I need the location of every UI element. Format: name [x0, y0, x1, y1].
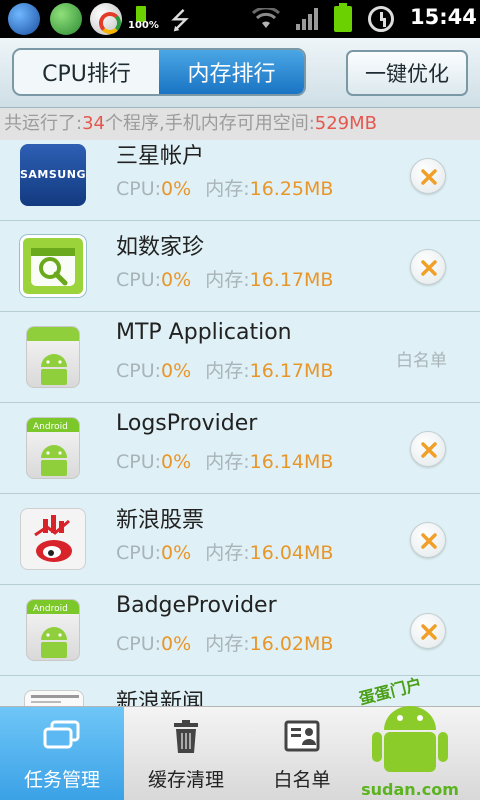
free-memory: 529MB — [314, 113, 378, 134]
ranking-tab-group: CPU排行 内存排行 — [12, 48, 306, 96]
task-manager-icon — [43, 720, 80, 749]
mem-label: 内存: — [205, 633, 250, 655]
cpu-label: CPU: — [116, 451, 162, 473]
clock: 15:44 — [410, 5, 477, 29]
rushujiazhen-app-icon — [20, 235, 86, 297]
nav-label: 任务管理 — [23, 769, 100, 791]
cpu-value: 0% — [161, 451, 192, 473]
running-count: 34 — [82, 113, 105, 134]
trash-icon — [174, 720, 198, 753]
top-bar: CPU排行 内存排行 一键优化 — [0, 38, 480, 108]
running-summary: 共运行了:34个程序,手机内存可用空间:529MB — [0, 108, 480, 140]
sina-stock-icon — [20, 508, 86, 570]
battery-icon — [334, 3, 352, 32]
tab-cpu-ranking[interactable]: CPU排行 — [14, 50, 159, 94]
android-mascot-icon — [372, 706, 448, 772]
watermark-site: sudan.com — [361, 780, 459, 799]
close-icon — [421, 169, 437, 185]
mem-value: 16.25MB — [249, 178, 334, 200]
nav-task-manager[interactable]: 任务管理 — [0, 707, 124, 800]
notification-app-icon — [50, 3, 82, 35]
close-icon — [421, 533, 437, 549]
kill-process-button[interactable] — [410, 431, 446, 467]
notification-app-icon — [8, 3, 40, 35]
app-name: 新浪股票 — [116, 508, 205, 533]
battery-percent: 100% — [128, 20, 159, 31]
notification-app-icon — [90, 3, 122, 35]
app-stats: CPU:0% 内存:16.17MB — [116, 356, 333, 383]
cpu-value: 0% — [161, 633, 192, 655]
kill-process-button[interactable] — [410, 522, 446, 558]
mem-label: 内存: — [205, 542, 250, 564]
list-item[interactable]: 新浪股票 CPU:0% 内存:16.04MB — [0, 494, 480, 585]
cpu-value: 0% — [161, 178, 192, 200]
mem-label: 内存: — [205, 451, 250, 473]
cpu-label: CPU: — [116, 178, 162, 200]
app-stats: CPU:0% 内存:16.14MB — [116, 447, 333, 474]
app-name: 新浪新闻 — [116, 690, 205, 706]
kill-process-button[interactable] — [410, 613, 446, 649]
mem-label: 内存: — [205, 178, 250, 200]
close-icon — [421, 442, 437, 458]
kill-process-button[interactable] — [410, 158, 446, 194]
app-name: LogsProvider — [116, 411, 258, 436]
list-item[interactable]: Android BadgeProvider CPU:0% 内存:16.02MB — [0, 585, 480, 676]
cpu-label: CPU: — [116, 542, 162, 564]
app-stats: CPU:0% 内存:16.04MB — [116, 538, 333, 565]
app-name: MTP Application — [116, 320, 292, 345]
android-label: Android — [33, 604, 68, 614]
cpu-value: 0% — [161, 269, 192, 291]
app-stats: CPU:0% 内存:16.02MB — [116, 629, 333, 656]
kill-process-button[interactable] — [410, 249, 446, 285]
whitelist-card-icon — [284, 720, 320, 752]
app-name: 如数家珍 — [116, 235, 205, 260]
app-stats: CPU:0% 内存:16.17MB — [116, 265, 333, 292]
cpu-value: 0% — [161, 542, 192, 564]
nav-whitelist[interactable]: 白名单 — [240, 707, 364, 800]
mem-value: 16.17MB — [249, 360, 334, 382]
one-click-optimize-button[interactable]: 一键优化 — [346, 50, 468, 96]
summary-mid: 个程序,手机内存可用空间: — [104, 113, 315, 134]
cpu-value: 0% — [161, 360, 192, 382]
nav-label: 白名单 — [273, 769, 331, 791]
mem-value: 16.02MB — [249, 633, 334, 655]
close-icon — [421, 624, 437, 640]
android-app-icon: Android — [26, 417, 80, 479]
status-bar: 100% ⭍ 15:44 — [0, 0, 480, 38]
samsung-logo-text: SAMSUNG — [20, 168, 86, 181]
samsung-account-icon: SAMSUNG — [20, 144, 86, 206]
app-name: BadgeProvider — [116, 593, 277, 618]
nav-cache-clean[interactable]: 缓存清理 — [124, 707, 248, 800]
wifi-icon — [252, 8, 280, 28]
android-app-icon — [26, 326, 80, 388]
watermark: 蛋蛋门户 sudan.com — [350, 670, 470, 800]
cpu-label: CPU: — [116, 360, 162, 382]
whitelist-tag: 白名单 — [396, 351, 447, 371]
list-item[interactable]: Android LogsProvider CPU:0% 内存:16.14MB — [0, 403, 480, 494]
android-label: Android — [33, 422, 68, 432]
app-name: 三星帐户 — [116, 144, 205, 169]
tab-memory-ranking[interactable]: 内存排行 — [159, 50, 304, 94]
mem-value: 16.17MB — [249, 269, 334, 291]
list-item[interactable]: SAMSUNG 三星帐户 CPU:0% 内存:16.25MB — [0, 140, 480, 221]
android-app-icon: Android — [26, 599, 80, 661]
signal-icon — [296, 8, 320, 30]
list-item[interactable]: MTP Application CPU:0% 内存:16.17MB 白名单 — [0, 312, 480, 403]
mem-value: 16.14MB — [249, 451, 334, 473]
nav-label: 缓存清理 — [147, 769, 224, 791]
sina-news-icon — [24, 690, 84, 706]
mem-label: 内存: — [205, 360, 250, 382]
cpu-label: CPU: — [116, 633, 162, 655]
mem-value: 16.04MB — [249, 542, 334, 564]
process-list[interactable]: SAMSUNG 三星帐户 CPU:0% 内存:16.25MB 如数家珍 CPU:… — [0, 140, 480, 706]
summary-prefix: 共运行了: — [4, 113, 83, 134]
close-icon — [421, 260, 437, 276]
alarm-icon — [368, 6, 394, 32]
cpu-label: CPU: — [116, 269, 162, 291]
app-stats: CPU:0% 内存:16.25MB — [116, 174, 333, 201]
mem-label: 内存: — [205, 269, 250, 291]
list-item[interactable]: 如数家珍 CPU:0% 内存:16.17MB — [0, 221, 480, 312]
